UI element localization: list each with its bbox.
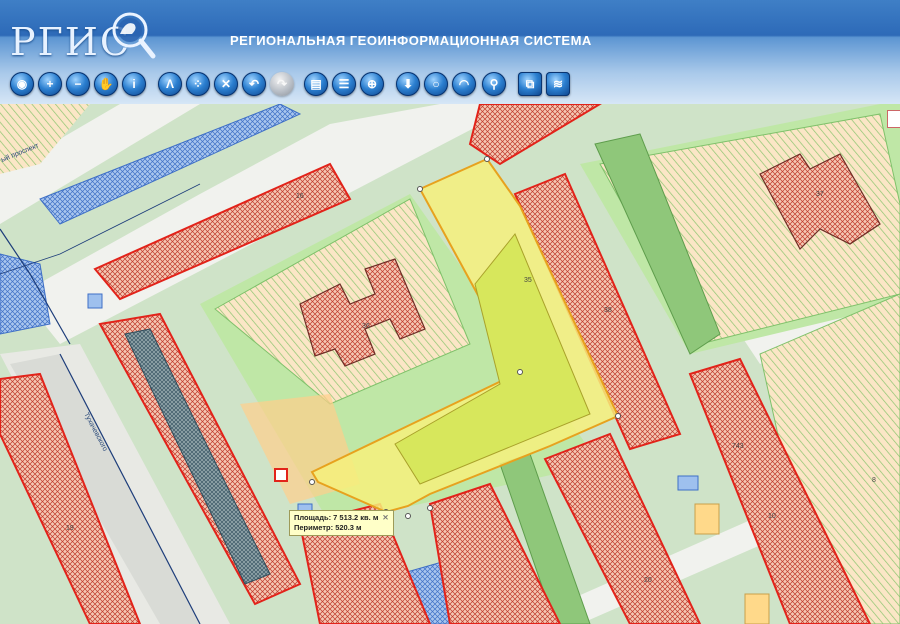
clear-button[interactable]: ✕ bbox=[214, 72, 238, 96]
parcel-number: 19 bbox=[66, 525, 74, 532]
layers-globe-button[interactable]: ⊕ bbox=[360, 72, 384, 96]
zoom-in-button[interactable]: + bbox=[38, 72, 62, 96]
parcel-number: 38 bbox=[604, 307, 612, 314]
export-map-button[interactable]: ⧉ bbox=[518, 72, 542, 96]
redo-button[interactable]: ↷ bbox=[270, 72, 294, 96]
parcel-number: 10 bbox=[768, 513, 776, 520]
location-pin-button[interactable]: ⚲ bbox=[482, 72, 506, 96]
logo-globe-icon bbox=[112, 12, 156, 59]
map-svg[interactable]: 16 36 35 37 38 19 20 743 10 8 ый проспек… bbox=[0, 104, 900, 624]
pan-hand-button[interactable]: ✋ bbox=[94, 72, 118, 96]
app-title: РЕГИОНАЛЬНАЯ ГЕОИНФОРМАЦИОННАЯ СИСТЕМА bbox=[230, 33, 592, 48]
measurement-tooltip: Площадь: 7 513.2 кв. м ✕ Периметр: 520.3 … bbox=[289, 510, 394, 536]
overview-map-button[interactable]: ≋ bbox=[546, 72, 570, 96]
parcel-number: 35 bbox=[524, 277, 532, 284]
close-icon[interactable]: ✕ bbox=[382, 513, 388, 523]
app-header: РГИС РЕГИОНАЛЬНАЯ ГЕОИНФОРМАЦИОННАЯ СИСТ… bbox=[0, 0, 900, 104]
download-button[interactable]: ⬇ bbox=[396, 72, 420, 96]
parcel-number: 36 bbox=[362, 323, 370, 330]
parcel-number: 16 bbox=[296, 193, 304, 200]
parcel-number: 37 bbox=[816, 191, 824, 198]
print-button[interactable]: ▤ bbox=[304, 72, 328, 96]
map-canvas[interactable]: 16 36 35 37 38 19 20 743 10 8 ый проспек… bbox=[0, 104, 900, 624]
parcel-number: 20 bbox=[644, 577, 652, 584]
measure-area-button[interactable]: ⁘ bbox=[186, 72, 210, 96]
info-button[interactable]: i bbox=[122, 72, 146, 96]
legend-list-button[interactable]: ☰ bbox=[332, 72, 356, 96]
rss-button[interactable]: ◠ bbox=[452, 72, 476, 96]
search-button[interactable]: ○ bbox=[424, 72, 448, 96]
perimeter-label: Периметр: 520.3 м bbox=[294, 523, 362, 532]
undo-button[interactable]: ↶ bbox=[242, 72, 266, 96]
area-label: Площадь: 7 513.2 кв. м bbox=[294, 513, 379, 522]
zoom-out-button[interactable]: − bbox=[66, 72, 90, 96]
parcel-number: 743 bbox=[732, 443, 744, 450]
side-panel-toggle[interactable] bbox=[887, 110, 900, 128]
parcel-number: 8 bbox=[872, 477, 876, 484]
globe-home-button[interactable]: ◉ bbox=[10, 72, 34, 96]
measure-line-button[interactable]: Λ bbox=[158, 72, 182, 96]
